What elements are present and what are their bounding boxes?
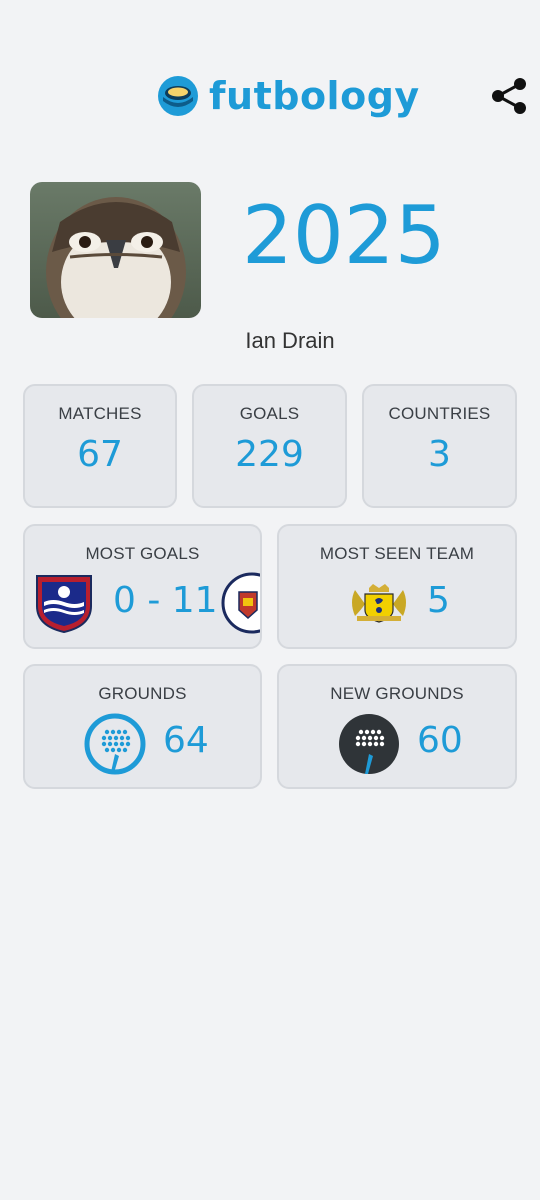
new-grounds-card[interactable]: NEW GROUNDS 60 [277, 664, 517, 789]
countries-value: 3 [428, 434, 451, 475]
app-logo: futbology [157, 74, 420, 118]
most-goals-score: 0 - 11 [113, 580, 218, 621]
new-grounds-label: NEW GROUNDS [330, 684, 464, 703]
goals-label: GOALS [239, 404, 300, 423]
matches-value: 67 [77, 434, 123, 475]
grounds-card[interactable]: GROUNDS 64 [23, 664, 262, 789]
worthing-town-badge [36, 575, 92, 634]
matches-label: MATCHES [58, 404, 142, 423]
countries-label: COUNTRIES [388, 404, 491, 423]
most-seen-team-card[interactable]: MOST SEEN TEAM 5 [277, 524, 517, 649]
avatar[interactable] [30, 182, 201, 318]
goals-value: 229 [235, 434, 304, 475]
app-name: futbology [209, 74, 420, 118]
most-goals-label: MOST GOALS [85, 544, 200, 563]
team-crest-badge [352, 584, 406, 623]
goals-card[interactable]: GOALS 229 [192, 384, 347, 508]
most-seen-team-value: 5 [427, 580, 450, 621]
stadium-icon [158, 76, 198, 116]
user-name: Ian Drain [245, 328, 335, 353]
most-goals-card[interactable]: MOST GOALS 0 - 11 [23, 524, 262, 649]
share-icon[interactable] [488, 75, 530, 117]
grounds-label: GROUNDS [98, 684, 187, 703]
app-header: futbology [0, 70, 540, 126]
new-ground-pin-icon [339, 714, 399, 774]
owl-avatar-image [30, 182, 201, 318]
countries-card[interactable]: COUNTRIES 3 [362, 384, 517, 508]
grounds-value: 64 [163, 720, 209, 761]
most-seen-team-label: MOST SEEN TEAM [319, 544, 475, 563]
ground-pin-icon [84, 713, 146, 775]
new-grounds-value: 60 [417, 720, 463, 761]
hailsham-badge [221, 572, 260, 634]
year-title: 2025 [242, 189, 446, 282]
matches-card[interactable]: MATCHES 67 [23, 384, 177, 508]
